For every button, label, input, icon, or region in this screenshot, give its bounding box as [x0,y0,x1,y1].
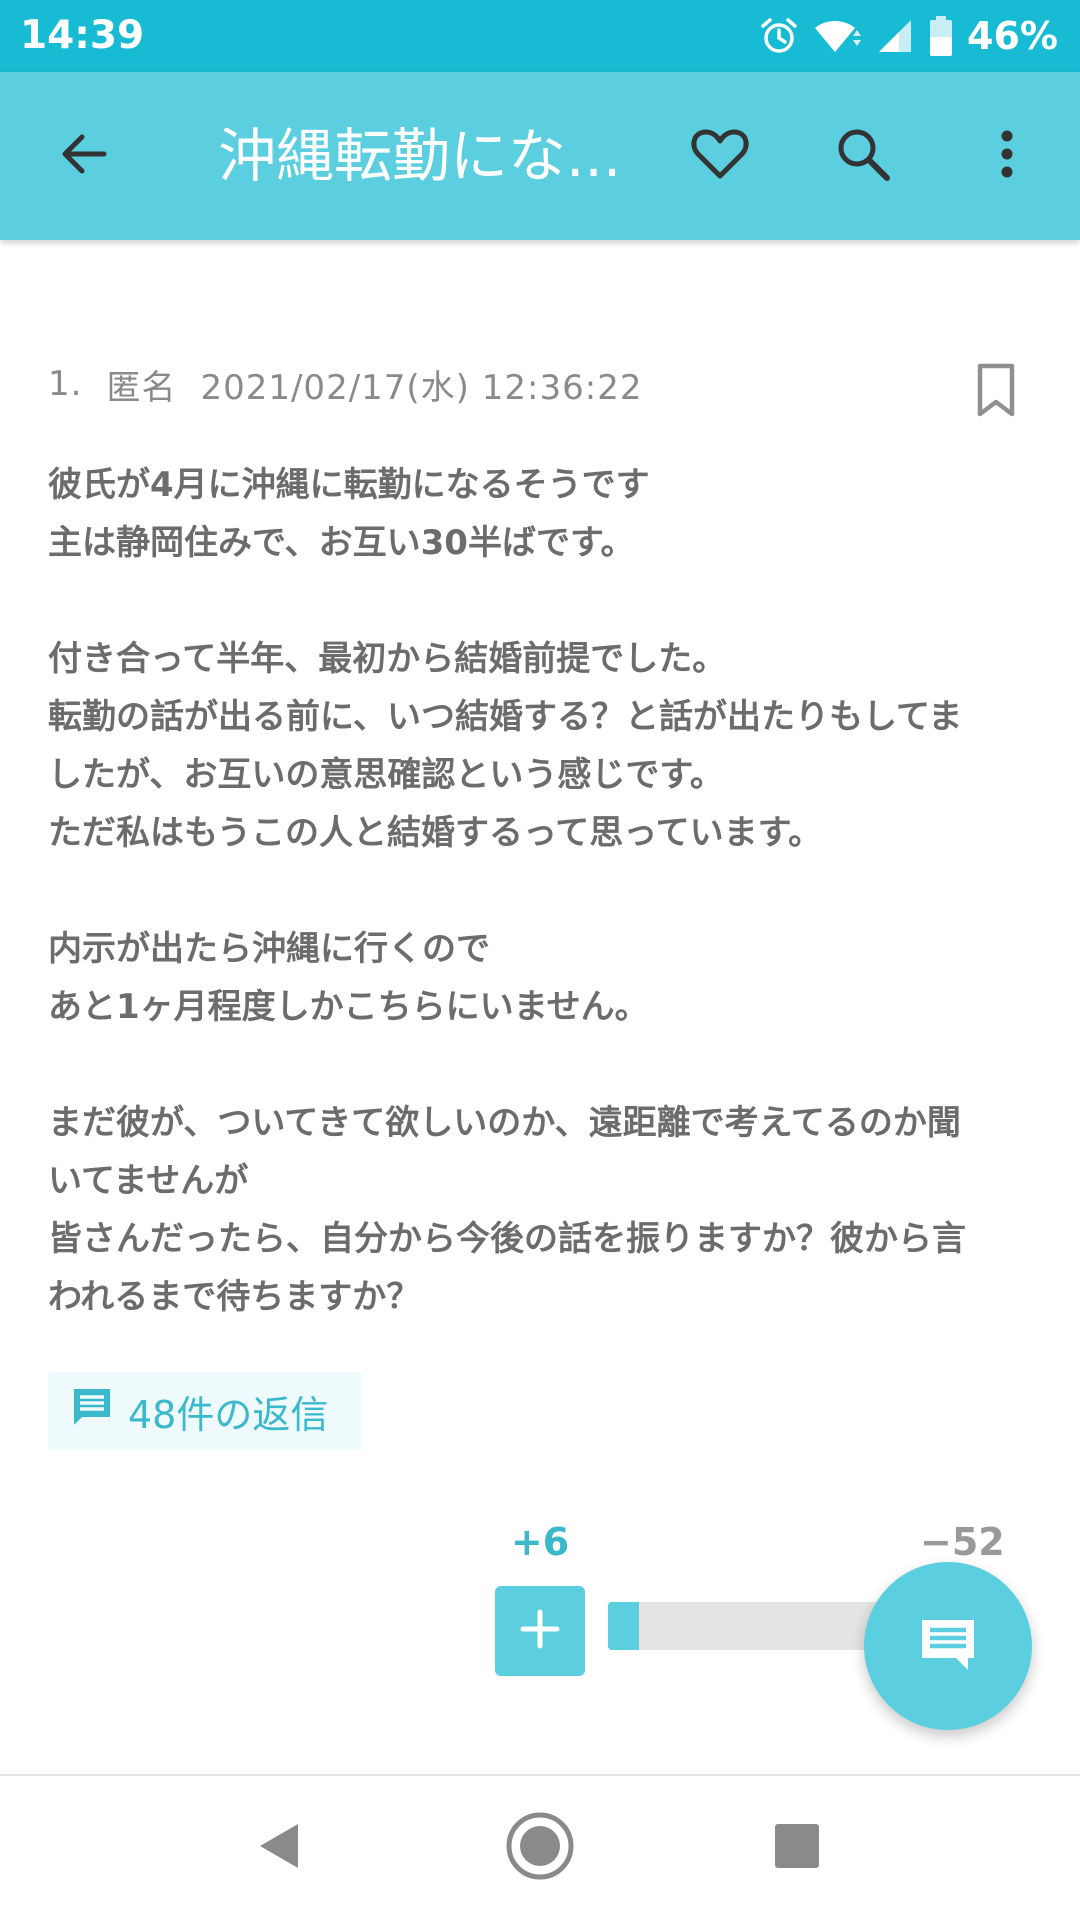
alarm-icon [759,16,799,56]
more-vert-icon [997,126,1017,186]
page-title: 沖縄転勤にな... [218,122,618,190]
vote-ratio-bar [608,1602,908,1650]
more-options-button[interactable] [965,114,1049,198]
plus-score: +6 [510,1520,570,1564]
battery-percentage: 46% [967,14,1058,58]
circle-home-icon [504,1810,576,1886]
post-line: まだ彼が、ついてきて欲しいのか、遠距離で考えてるのか聞 [48,1103,961,1143]
post-line: ただ私はもうこの人と結婚するって思っています。 [48,813,823,853]
replies-count: 48件の返信 [128,1392,329,1437]
post-paragraph: 内示が出たら沖縄に行くので あと1ヶ月程度しかこちらにいません。 [48,920,1028,1036]
post-line: 彼氏が4月に沖縄に転勤になるそうです [48,465,650,505]
app-bar: 沖縄転勤にな... [0,72,1080,240]
post-line: したが、お互いの意思確認という感じです。 [48,755,724,795]
plus-icon [519,1608,561,1654]
post-line: 主は静岡住みで、お互い30半ばです。 [48,523,635,563]
battery-icon [929,15,953,57]
post-line: 皆さんだったら、自分から今後の話を振りますか？彼から言 [48,1219,966,1259]
heart-outline-icon [690,126,750,186]
post-line: あと1ヶ月程度しかこちらにいません。 [48,987,649,1027]
post-paragraph: 彼氏が4月に沖縄に転勤になるそうです 主は静岡住みで、お互い30半ばです。 [48,456,1028,572]
square-recents-icon [771,1820,823,1876]
replies-button[interactable]: 48件の返信 [48,1372,362,1450]
back-button[interactable] [42,114,126,198]
nav-home-button[interactable] [500,1808,580,1888]
post-line: 付き合って半年、最初から結婚前提でした。 [48,639,727,679]
post-meta: 1. 匿名 2021/02/17(水) 12:36:22 [48,360,642,408]
wifi-icon [813,16,863,56]
triangle-back-icon [252,1818,308,1878]
nav-recents-button[interactable] [757,1808,837,1888]
arrow-left-icon [56,126,112,186]
favorite-button[interactable] [678,114,762,198]
status-bar: 14:39 46% [0,0,1080,72]
post-author: 匿名 [106,367,177,408]
vote-ratio-fill [608,1602,639,1650]
post-datetime: 2021/02/17(水) 12:36:22 [200,367,643,408]
post-line: いてませんが [48,1161,249,1201]
plus-vote-button[interactable] [495,1586,585,1676]
post-line: 内示が出たら沖縄に行くので [48,929,490,969]
bookmark-button[interactable] [968,360,1024,420]
comment-icon [70,1385,114,1438]
system-nav-bar [0,1776,1080,1920]
signal-icon [877,16,915,56]
post-paragraph: まだ彼が、ついてきて欲しいのか、遠距離で考えてるのか聞 いてませんが 皆さんだっ… [48,1094,1028,1326]
bookmark-outline-icon [968,363,1024,424]
nav-back-button[interactable] [240,1808,320,1888]
minus-score: −52 [920,1520,1005,1564]
comment-fab[interactable] [864,1562,1032,1730]
status-time: 14:39 [20,13,145,58]
post-line: 転勤の話が出る前に、いつ結婚する？と話が出たりもしてま [48,697,963,737]
search-icon [833,124,893,188]
search-button[interactable] [821,114,905,198]
status-icons: 46% [759,0,1058,72]
comment-icon [916,1612,980,1680]
post-line: われるまで待ちますか？ [48,1277,421,1317]
post-body: 彼氏が4月に沖縄に転勤になるそうです 主は静岡住みで、お互い30半ばです。 付き… [48,456,1028,1326]
post-number: 1. [48,364,83,404]
post-paragraph: 付き合って半年、最初から結婚前提でした。 転勤の話が出る前に、いつ結婚する？と話… [48,630,1028,862]
